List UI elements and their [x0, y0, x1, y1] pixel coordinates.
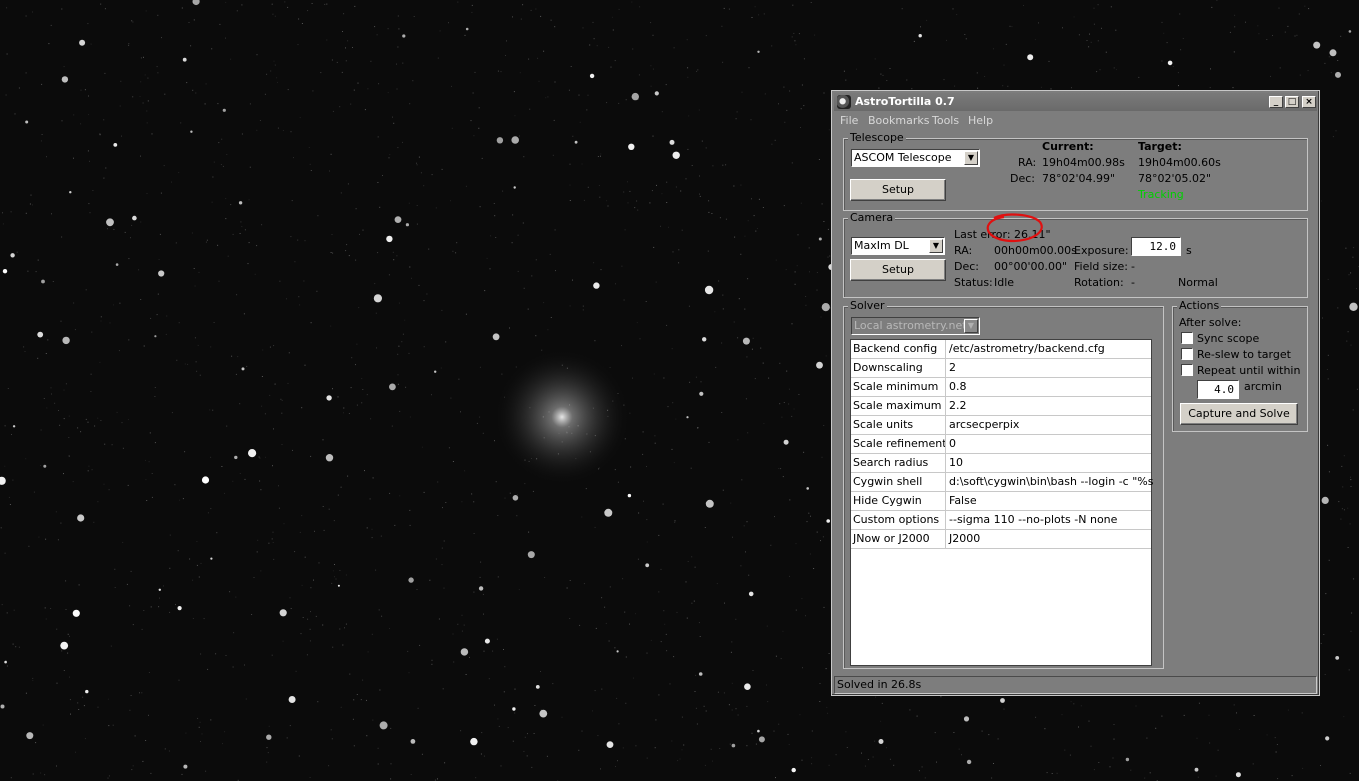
property-name: Custom options — [851, 511, 946, 529]
menu-bookmarks[interactable]: Bookmarks — [868, 114, 929, 127]
target-ra-value: 19h04m00.60s — [1138, 156, 1221, 169]
title-bar[interactable]: AstroTortilla 0.7 _ □ × — [834, 93, 1317, 111]
repeat-label: Repeat until within — [1197, 364, 1301, 377]
menu-bar: File Bookmarks Tools Help — [834, 112, 1317, 130]
sync-scope-label: Sync scope — [1197, 332, 1260, 345]
target-dec-value: 78°02'05.02" — [1138, 172, 1212, 185]
camera-driver-select[interactable]: MaxIm DL ▼ — [851, 237, 945, 255]
table-row[interactable]: Scale maximum 2.2 — [851, 397, 1151, 416]
field-size-value: - — [1131, 260, 1135, 273]
table-row[interactable]: Backend config/etc/astrometry/backend.cf… — [851, 340, 1151, 359]
table-row[interactable]: Scale refinement 0 — [851, 435, 1151, 454]
table-row[interactable]: Search radius 10 — [851, 454, 1151, 473]
table-row[interactable]: Downscaling 2 — [851, 359, 1151, 378]
target-header: Target: — [1138, 140, 1182, 153]
table-row[interactable]: JNow or J2000 J2000 — [851, 530, 1151, 549]
camera-ra-label: RA: — [954, 244, 973, 257]
rotation-mode: Normal — [1178, 276, 1218, 289]
actions-group-label: Actions — [1177, 299, 1222, 312]
chevron-down-icon: ▼ — [929, 239, 943, 253]
table-row[interactable]: Hide Cygwin False — [851, 492, 1151, 511]
telescope-group-label: Telescope — [848, 131, 906, 144]
menu-help[interactable]: Help — [968, 114, 993, 127]
solver-engine-value: Local astrometry.net — [854, 319, 967, 332]
property-name: JNow or J2000 — [851, 530, 946, 548]
camera-setup-button[interactable]: Setup — [850, 259, 946, 281]
sync-scope-checkbox[interactable] — [1181, 332, 1193, 344]
menu-tools[interactable]: Tools — [932, 114, 959, 127]
telescope-driver-select[interactable]: ASCOM Telescope ▼ — [851, 149, 980, 167]
annotation-circle — [986, 213, 1043, 243]
property-value[interactable]: 10 — [947, 454, 1153, 472]
exposure-input[interactable]: 12.0 — [1131, 237, 1181, 256]
exposure-unit: s — [1186, 244, 1192, 257]
table-row[interactable]: Scale units arcsecperpix — [851, 416, 1151, 435]
property-name: Backend config — [851, 340, 946, 358]
solver-engine-select[interactable]: Local astrometry.net ▼ — [851, 317, 980, 335]
property-name: Downscaling — [851, 359, 946, 377]
maximize-icon[interactable]: □ — [1285, 96, 1299, 108]
property-value[interactable]: J2000 — [947, 530, 1153, 548]
telescope-dec-label: Dec: — [1010, 172, 1035, 185]
property-value[interactable]: /etc/astrometry/backend.cfg — [947, 340, 1153, 358]
property-name: Scale maximum — [851, 397, 946, 415]
property-name: Cygwin shell — [851, 473, 946, 491]
property-value[interactable]: 2.2 — [947, 397, 1153, 415]
camera-ra-value: 00h00m00.00s — [994, 244, 1077, 257]
window-title: AstroTortilla 0.7 — [855, 95, 955, 108]
property-value[interactable]: d:\soft\cygwin\bin\bash --login -c "%s" — [947, 473, 1153, 491]
minimize-icon[interactable]: _ — [1269, 96, 1283, 108]
telescope-ra-label: RA: — [1018, 156, 1037, 169]
property-name: Scale minimum — [851, 378, 946, 396]
threshold-unit: arcmin — [1244, 380, 1282, 393]
camera-group-label: Camera — [848, 211, 896, 224]
current-dec-value: 78°02'04.99" — [1042, 172, 1116, 185]
after-solve-label: After solve: — [1179, 316, 1242, 329]
telescope-driver-value: ASCOM Telescope — [854, 151, 952, 164]
camera-dec-value: 00°00'00.00" — [994, 260, 1068, 273]
tracking-status: Tracking — [1138, 188, 1184, 201]
repeat-threshold-input[interactable]: 4.0 — [1197, 380, 1239, 399]
table-row[interactable]: Custom options --sigma 110 --no-plots -N … — [851, 511, 1151, 530]
rotation-value: - — [1131, 276, 1135, 289]
rotation-label: Rotation: — [1074, 276, 1124, 289]
solver-group-label: Solver — [848, 299, 887, 312]
property-value[interactable]: 0.8 — [947, 378, 1153, 396]
camera-dec-label: Dec: — [954, 260, 979, 273]
menu-file[interactable]: File — [840, 114, 858, 127]
property-value[interactable]: 0 — [947, 435, 1153, 453]
capture-and-solve-button[interactable]: Capture and Solve — [1180, 403, 1298, 425]
property-name: Search radius — [851, 454, 946, 472]
table-row[interactable]: Cygwin shell d:\soft\cygwin\bin\bash --lo… — [851, 473, 1153, 492]
property-name: Hide Cygwin — [851, 492, 946, 510]
chevron-down-icon: ▼ — [964, 151, 978, 165]
chevron-down-icon: ▼ — [964, 319, 978, 333]
property-value[interactable]: False — [947, 492, 1153, 510]
close-icon[interactable]: × — [1302, 96, 1316, 108]
property-name: Scale units — [851, 416, 946, 434]
current-ra-value: 19h04m00.98s — [1042, 156, 1125, 169]
reslew-checkbox[interactable] — [1181, 348, 1193, 360]
camera-status-value: Idle — [994, 276, 1015, 289]
field-size-label: Field size: — [1074, 260, 1128, 273]
property-value[interactable]: arcsecperpix — [947, 416, 1153, 434]
table-row[interactable]: Scale minimum 0.8 — [851, 378, 1151, 397]
status-bar: Solved in 26.8s — [834, 676, 1317, 694]
property-value[interactable]: --sigma 110 --no-plots -N none — [947, 511, 1153, 529]
property-name: Scale refinement — [851, 435, 946, 453]
reslew-label: Re-slew to target — [1197, 348, 1291, 361]
telescope-setup-button[interactable]: Setup — [850, 179, 946, 201]
solver-property-grid[interactable]: Backend config/etc/astrometry/backend.cf… — [850, 339, 1153, 666]
repeat-checkbox[interactable] — [1181, 364, 1193, 376]
current-header: Current: — [1042, 140, 1094, 153]
camera-driver-value: MaxIm DL — [854, 239, 909, 252]
exposure-label: Exposure: — [1074, 244, 1129, 257]
app-icon — [837, 95, 851, 109]
property-value[interactable]: 2 — [947, 359, 1153, 377]
camera-status-label: Status: — [954, 276, 993, 289]
